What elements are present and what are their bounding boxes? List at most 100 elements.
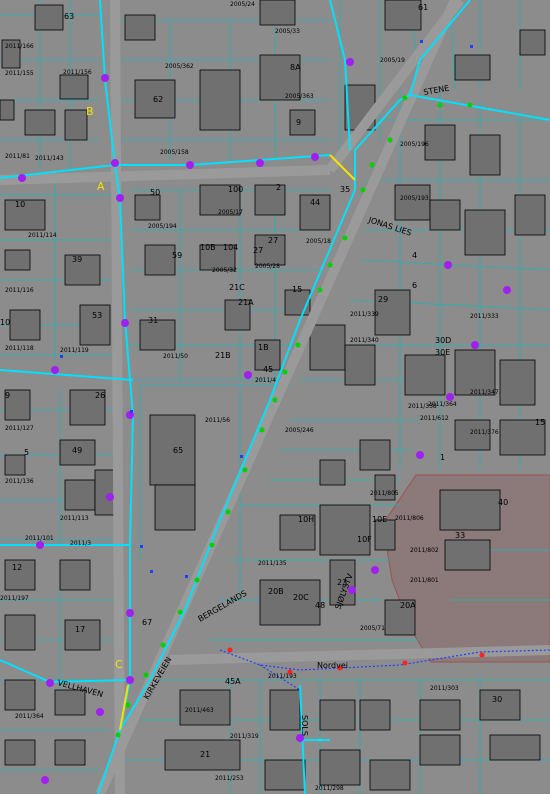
house-number: 30 <box>492 695 502 704</box>
house-number: 48 <box>315 601 325 610</box>
house-number: 1B <box>258 343 269 352</box>
parcel-label: 2011/4 <box>255 377 276 384</box>
house-number: 2 <box>276 183 281 192</box>
house-number: 21 <box>200 750 210 759</box>
parcel-label: 2011/155 <box>5 70 34 77</box>
house-number: 9 <box>5 391 10 400</box>
parcel-label: 2011/135 <box>258 560 287 567</box>
parcel-label: 2011/113 <box>60 515 89 522</box>
parcel-label: 2011/156 <box>63 69 92 76</box>
house-number: 30D <box>435 336 451 345</box>
house-number: 29 <box>378 295 388 304</box>
house-number: 8A <box>290 63 301 72</box>
house-number: 20C <box>293 593 309 602</box>
parcel-label: 2011/298 <box>315 785 344 792</box>
house-number: 100 <box>228 185 243 194</box>
house-number: 17 <box>75 625 85 634</box>
house-number: 21B <box>215 351 231 360</box>
house-number: 35 <box>340 185 350 194</box>
parcel-label: 2011/612 <box>420 415 449 422</box>
house-number: 62 <box>153 95 163 104</box>
house-number: 15 <box>535 418 545 427</box>
parcel-label: 2011/340 <box>350 337 379 344</box>
house-number: 10B <box>200 243 216 252</box>
parcel-label: 2011/136 <box>5 478 34 485</box>
parcel-label: 2011/3 <box>70 540 91 547</box>
parcel-label: 2011/143 <box>35 155 64 162</box>
house-number: 50 <box>150 188 160 197</box>
parcel-label: 2005/158 <box>160 149 189 156</box>
point-label-b: B <box>86 105 94 118</box>
parcel-label: 2005/362 <box>165 63 194 70</box>
house-number: 27 <box>253 246 263 255</box>
house-number: 9 <box>296 118 301 127</box>
parcel-label: 2011/333 <box>470 313 499 320</box>
parcel-label: 2011/376 <box>470 429 499 436</box>
parcel-label: 2005/194 <box>148 223 177 230</box>
house-number: 26 <box>95 391 105 400</box>
parcel-label: 2005/17 <box>218 209 243 216</box>
parcel-label: 2005/19 <box>380 57 405 64</box>
house-number: 33 <box>455 531 465 540</box>
house-number: 45A <box>225 677 241 686</box>
parcel-label: 2005/18 <box>306 238 331 245</box>
parcel-label: 2005/24 <box>230 1 255 8</box>
parcel-label: 2011/119 <box>60 347 89 354</box>
house-number: 1 <box>440 453 445 462</box>
parcel-label: 2011/806 <box>395 515 424 522</box>
house-number: 10F <box>357 535 372 544</box>
house-number: 61 <box>418 3 428 12</box>
house-number: 5 <box>24 448 29 457</box>
house-number: 10E <box>372 515 387 524</box>
house-number: 30E <box>435 348 450 357</box>
house-number: 63 <box>64 12 74 21</box>
parcel-label: 2011/197 <box>0 595 29 602</box>
house-number: 40 <box>498 498 508 507</box>
parcel-label: 2005/32 <box>212 267 237 274</box>
house-number: 15 <box>292 285 302 294</box>
house-number: 20A <box>400 601 416 610</box>
house-number: 27 <box>268 236 278 245</box>
parcel-label: 2005/33 <box>275 28 300 35</box>
house-number: 65 <box>173 446 183 455</box>
street-label-nordvei: Nordvei <box>317 661 348 670</box>
house-number: 44 <box>310 198 320 207</box>
parcel-label: 2011/347 <box>470 389 499 396</box>
house-number: 53 <box>92 311 102 320</box>
house-number: 20B <box>268 587 284 596</box>
parcel-label: 2005/196 <box>400 141 429 148</box>
parcel-label: 2005/363 <box>285 93 314 100</box>
parcel-label: 2011/364 <box>428 401 457 408</box>
parcel-label: 2011/805 <box>370 490 399 497</box>
house-number: 21C <box>229 283 245 292</box>
house-number: 4 <box>412 251 417 260</box>
parcel-label: 2011/319 <box>230 733 259 740</box>
house-number: 45 <box>263 365 273 374</box>
parcel-label: 2011/801 <box>410 577 439 584</box>
utility-map[interactable]: JONAS LIES KIRKEVEIEN BERGELANDS SJØLYST… <box>0 0 550 794</box>
parcel-label: 2011/253 <box>215 775 244 782</box>
parcel-label: 2011/339 <box>350 311 379 318</box>
parcel-label: 2011/101 <box>25 535 54 542</box>
house-number: 104 <box>223 243 238 252</box>
parcel-label: 2011/50 <box>163 353 188 360</box>
parcel-label: 2005/71 <box>360 625 385 632</box>
parcel-label: 2005/193 <box>400 195 429 202</box>
house-number: 10 <box>15 200 25 209</box>
parcel-label: 2011/81 <box>5 153 30 160</box>
parcel-label: 2011/166 <box>5 43 34 50</box>
house-number: 23 <box>337 578 347 587</box>
point-label-a: A <box>97 180 105 193</box>
parcel-label: 2005/28 <box>255 263 280 270</box>
parcel-label: 2011/114 <box>28 232 57 239</box>
parcel-label: 2011/364 <box>15 713 44 720</box>
parcel-label: 2011/116 <box>5 287 34 294</box>
parcel-label: 2011/118 <box>5 345 34 352</box>
parcel-label: 2011/802 <box>410 547 439 554</box>
house-number: 31 <box>148 316 158 325</box>
house-number: 67 <box>142 618 152 627</box>
house-number: 49 <box>72 446 82 455</box>
house-number: 10 <box>0 318 10 327</box>
parcel-label: 2011/303 <box>430 685 459 692</box>
point-label-c: C <box>115 658 123 671</box>
